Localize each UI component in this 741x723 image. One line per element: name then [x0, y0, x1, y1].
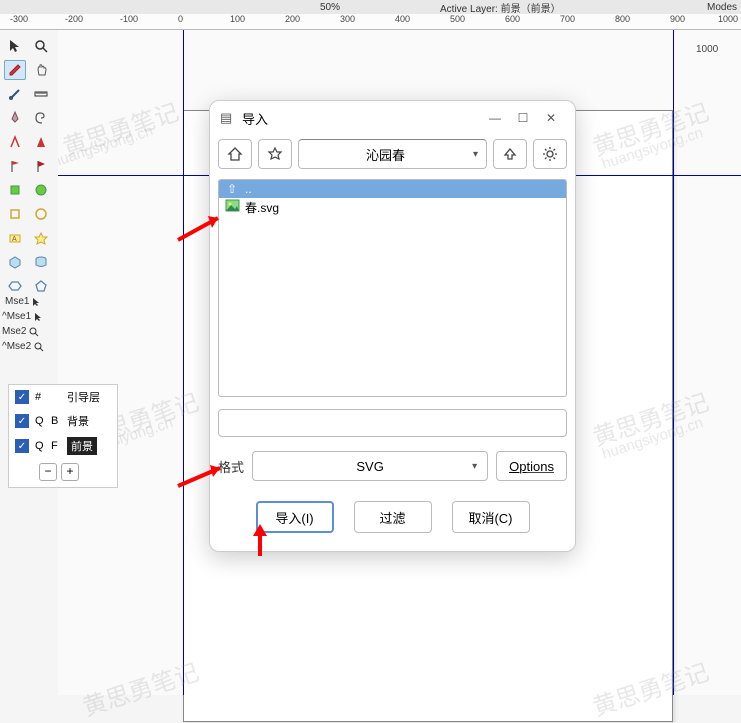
layer-visible-checkbox[interactable]: ✓ [15, 414, 29, 428]
path-dropdown[interactable]: 沁园春 [298, 139, 487, 169]
mouse-labels: Mse1 ^Mse1 Mse2 ^Mse2 [2, 296, 56, 356]
minimize-icon[interactable]: — [481, 108, 509, 128]
yellow-text-tool[interactable]: A [4, 228, 26, 248]
dialog-titlebar[interactable]: ▤ 导入 — ☐ ✕ [210, 101, 575, 135]
pencil-tool[interactable] [4, 60, 26, 80]
green-square-tool[interactable] [4, 180, 26, 200]
file-list[interactable]: ⇧ .. 春.svg [218, 179, 567, 397]
yellow-star-tool[interactable] [30, 228, 52, 248]
up-arrow-icon: ⇧ [225, 182, 239, 196]
yellow-square-tool[interactable] [4, 204, 26, 224]
ruler-horizontal: -300 -200 -100 0 100 200 300 400 500 600… [0, 14, 741, 30]
image-file-icon [225, 200, 239, 214]
options-button[interactable]: Options [496, 451, 567, 481]
guide-vertical[interactable] [673, 30, 674, 695]
up-button[interactable] [493, 139, 527, 169]
yellow-circle-tool[interactable] [30, 204, 52, 224]
maximize-icon[interactable]: ☐ [509, 108, 537, 128]
toolbox: A [4, 36, 58, 300]
home-button[interactable] [218, 139, 252, 169]
layer-visible-checkbox[interactable]: ✓ [15, 439, 29, 453]
pan-tool[interactable] [30, 60, 52, 80]
ruler-side-tick: 1000 [696, 44, 718, 55]
flag-red2-tool[interactable] [30, 156, 52, 176]
blue-hex-tool[interactable] [4, 276, 26, 296]
blue-box-tool[interactable] [4, 252, 26, 272]
zoom-tool[interactable] [30, 36, 52, 56]
spiral-tool[interactable] [30, 108, 52, 128]
layer-row[interactable]: ✓ Q F 前景 [9, 433, 117, 459]
pointer-tool[interactable] [4, 36, 26, 56]
settings-button[interactable] [533, 139, 567, 169]
shape-red2-tool[interactable] [30, 132, 52, 152]
layer-panel: ✓ # 引导层 ✓ Q B 背景 ✓ Q F 前景 − + [8, 384, 118, 488]
brush-tool[interactable] [4, 84, 26, 104]
layer-remove-button[interactable]: − [39, 463, 57, 481]
file-row[interactable]: 春.svg [219, 198, 566, 216]
pen-tool[interactable] [4, 108, 26, 128]
layer-add-button[interactable]: + [61, 463, 79, 481]
blue-pent-tool[interactable] [30, 276, 52, 296]
layer-row[interactable]: ✓ # 引导层 [9, 385, 117, 409]
modes-label: Modes [707, 2, 737, 13]
file-row-parent[interactable]: ⇧ .. [219, 180, 566, 198]
top-info-bar: 50% Active Layer: 前景（前景） Modes [0, 0, 741, 14]
flag-red-tool[interactable] [4, 156, 26, 176]
layer-visible-checkbox[interactable]: ✓ [15, 390, 29, 404]
cancel-button[interactable]: 取消(C) [452, 501, 530, 533]
close-icon[interactable]: ✕ [537, 108, 565, 128]
import-button[interactable]: 导入(I) [256, 501, 334, 533]
dialog-title: 导入 [242, 109, 481, 128]
ruler-tool[interactable] [30, 84, 52, 104]
shape-red-tool[interactable] [4, 132, 26, 152]
favorite-button[interactable] [258, 139, 292, 169]
svg-text:A: A [12, 236, 17, 243]
import-dialog: ▤ 导入 — ☐ ✕ 沁园春 ⇧ .. 春.svg 格式 SVG Options… [209, 100, 576, 552]
format-dropdown[interactable]: SVG [252, 451, 488, 481]
app-icon: ▤ [220, 110, 238, 126]
layer-row[interactable]: ✓ Q B 背景 [9, 409, 117, 433]
guide-vertical[interactable] [183, 30, 184, 695]
filename-input[interactable] [218, 409, 567, 437]
green-circle-tool[interactable] [30, 180, 52, 200]
format-label: 格式 [218, 457, 244, 476]
blue-cylinder-tool[interactable] [30, 252, 52, 272]
zoom-level: 50% [320, 2, 340, 13]
filter-button[interactable]: 过滤 [354, 501, 432, 533]
active-layer: Active Layer: 前景（前景） [440, 0, 561, 15]
